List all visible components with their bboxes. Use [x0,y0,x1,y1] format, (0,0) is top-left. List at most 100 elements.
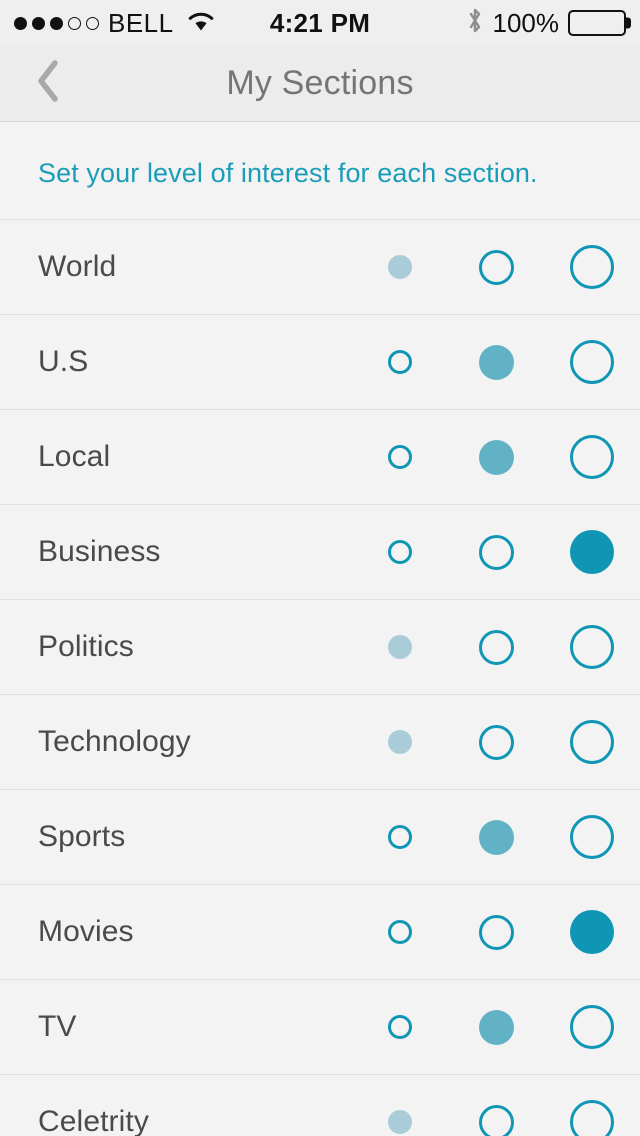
interest-level-option-low[interactable] [352,1075,448,1136]
section-row: TV [0,979,640,1074]
battery-icon [568,10,631,36]
bluetooth-icon [466,6,484,41]
interest-level-option-low[interactable] [352,220,448,315]
radio-unselected-icon [570,1005,614,1049]
radio-selected-icon [478,344,514,380]
interest-level-option-medium[interactable] [448,790,544,885]
back-button[interactable] [0,46,96,121]
interest-level-option-medium[interactable] [448,315,544,410]
interest-level-option-low[interactable] [352,410,448,505]
radio-unselected-icon [478,1104,514,1136]
radio-unselected-icon [388,920,412,944]
radio-selected-icon [570,910,614,954]
interest-level-option-high[interactable] [544,505,640,600]
interest-level-option-high[interactable] [544,790,640,885]
section-row: Business [0,504,640,599]
interest-level-option-medium[interactable] [448,695,544,790]
section-label: Celetrity [38,1105,149,1136]
section-row: U.S [0,314,640,409]
radio-selected-icon [478,439,514,475]
section-label: Business [38,535,161,568]
section-label: World [38,250,117,283]
radio-unselected-icon [570,1100,614,1136]
radio-unselected-icon [570,435,614,479]
interest-level-option-medium[interactable] [448,980,544,1075]
radio-unselected-icon [570,625,614,669]
interest-level-option-medium[interactable] [448,600,544,695]
radio-selected-icon [388,730,412,754]
status-bar-left: BELL [14,8,216,39]
interest-level-option-high[interactable] [544,980,640,1075]
section-row: Sports [0,789,640,884]
interest-level-option-low[interactable] [352,315,448,410]
section-row: Celetrity [0,1074,640,1136]
clock-label: 4:21 PM [269,7,371,38]
section-label: U.S [38,345,89,378]
radio-selected-icon [388,635,412,659]
interest-level-group [352,1075,640,1136]
section-row: Local [0,409,640,504]
interest-level-option-medium[interactable] [448,1075,544,1136]
radio-unselected-icon [388,825,412,849]
interest-level-group [352,790,640,885]
radio-selected-icon [478,819,514,855]
interest-level-option-medium[interactable] [448,220,544,315]
radio-unselected-icon [388,1015,412,1039]
radio-selected-icon [478,1009,514,1045]
section-label: Technology [38,725,191,758]
section-label: Local [38,440,111,473]
interest-level-option-high[interactable] [544,600,640,695]
radio-unselected-icon [478,724,514,760]
navigation-bar: My Sections [0,46,640,122]
interest-level-option-high[interactable] [544,220,640,315]
interest-level-option-high[interactable] [544,315,640,410]
interest-level-option-high[interactable] [544,885,640,980]
radio-unselected-icon [570,815,614,859]
section-label: Movies [38,915,134,948]
radio-unselected-icon [388,350,412,374]
radio-selected-icon [388,1110,412,1134]
interest-level-group [352,600,640,695]
radio-unselected-icon [478,534,514,570]
radio-unselected-icon [388,540,412,564]
section-row: Movies [0,884,640,979]
radio-selected-icon [388,255,412,279]
interest-level-group [352,410,640,505]
interest-level-group [352,980,640,1075]
interest-level-group [352,695,640,790]
interest-level-option-low[interactable] [352,600,448,695]
radio-selected-icon [570,530,614,574]
carrier-label: BELL [108,7,174,38]
section-row: Politics [0,599,640,694]
section-row: World [0,219,640,314]
status-bar: BELL 4:21 PM 100% [0,0,640,46]
interest-level-option-low[interactable] [352,980,448,1075]
battery-percent-label: 100% [492,7,560,38]
radio-unselected-icon [478,629,514,665]
radio-unselected-icon [388,445,412,469]
interest-level-option-medium[interactable] [448,410,544,505]
interest-level-option-high[interactable] [544,410,640,505]
radio-unselected-icon [478,914,514,950]
interest-level-option-low[interactable] [352,790,448,885]
instruction-text: Set your level of interest for each sect… [38,158,538,188]
radio-unselected-icon [570,720,614,764]
chevron-left-icon [35,59,61,108]
interest-level-option-high[interactable] [544,1075,640,1136]
section-label: TV [38,1010,77,1043]
interest-level-option-medium[interactable] [448,505,544,600]
interest-level-option-high[interactable] [544,695,640,790]
interest-level-option-medium[interactable] [448,885,544,980]
interest-level-group [352,220,640,315]
status-bar-right: 100% [466,6,631,41]
radio-unselected-icon [570,340,614,384]
section-label: Sports [38,820,126,853]
interest-level-option-low[interactable] [352,885,448,980]
page-title: My Sections [226,64,414,102]
section-label: Politics [38,630,134,663]
interest-level-option-low[interactable] [352,695,448,790]
radio-unselected-icon [478,249,514,285]
signal-strength-icon [14,16,99,30]
section-row: Technology [0,694,640,789]
interest-level-option-low[interactable] [352,505,448,600]
